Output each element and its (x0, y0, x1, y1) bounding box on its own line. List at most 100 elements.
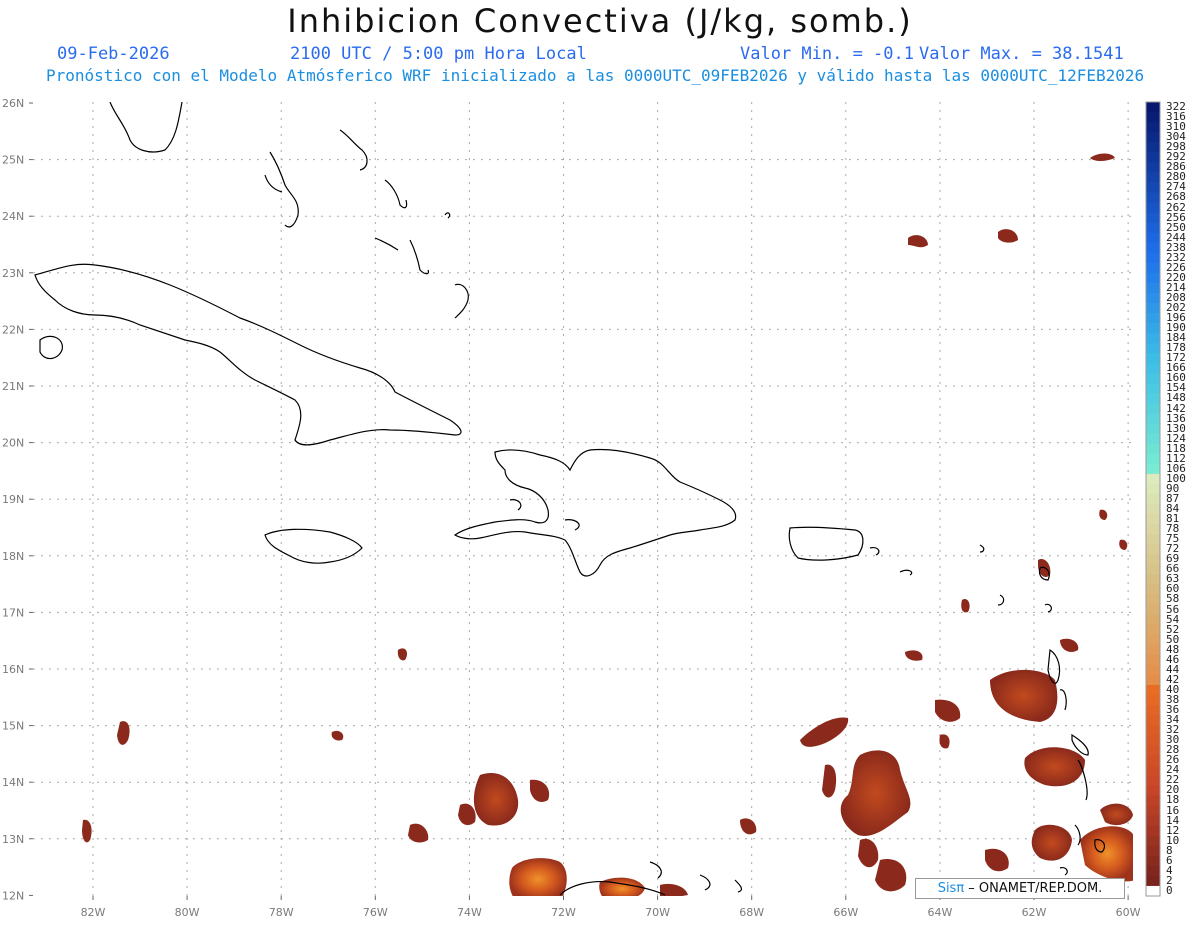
credit-text: – ONAMET/REP.DOM. (964, 881, 1103, 896)
lon-label: 72W (551, 906, 576, 919)
colorbar-swatch (1146, 413, 1160, 425)
colorbar (1145, 101, 1161, 897)
colorbar-swatch (1146, 363, 1160, 374)
lon-label: 76W (363, 906, 388, 919)
colorbar-swatch (1146, 313, 1160, 324)
colorbar-swatch (1146, 182, 1160, 193)
colorbar-swatch (1146, 684, 1160, 696)
axis-labels: 26N 25N 24N 23N 22N 21N 20N 19N 18N 17N 16N 15N 14N 1… (2, 97, 1141, 919)
colorbar-label: 0 (1166, 883, 1173, 897)
colorbar-swatch (1146, 514, 1160, 525)
colorbar-swatch (1146, 855, 1160, 867)
colorbar-swatch (1146, 504, 1160, 515)
colorbar-swatch (1146, 755, 1160, 766)
colorbar-swatch (1146, 433, 1160, 445)
colorbar-swatch (1146, 815, 1160, 827)
colorbar-swatch (1146, 765, 1160, 776)
colorbar-swatch (1146, 694, 1160, 706)
colorbar-swatch (1146, 162, 1160, 173)
colorbar-swatch (1146, 594, 1160, 606)
colorbar-swatch (1146, 303, 1160, 314)
colorbar-swatch (1146, 805, 1160, 817)
map-canvas: 26N 25N 24N 23N 22N 21N 20N 19N 18N 17N 16N 15N 14N 1… (2, 97, 1161, 919)
colorbar-swatch (1146, 373, 1160, 384)
colorbar-swatch (1146, 172, 1160, 183)
colorbar-swatch (1146, 403, 1160, 415)
lon-label: 82W (81, 906, 106, 919)
lon-label: 66W (833, 906, 858, 919)
colorbar-swatch (1146, 544, 1160, 555)
lon-label: 78W (269, 906, 294, 919)
colorbar-swatch (1146, 493, 1160, 505)
lat-label: 25N (2, 154, 24, 167)
lon-label: 74W (457, 906, 482, 919)
colorbar-swatch (1146, 292, 1160, 304)
cin-field (82, 153, 1133, 896)
colorbar-swatch (1146, 252, 1160, 264)
colorbar-swatch (1146, 654, 1160, 666)
lon-label: 64W (927, 906, 952, 919)
colorbar-swatch (1146, 795, 1160, 807)
lat-label: 18N (2, 550, 24, 563)
colorbar-swatch (1146, 614, 1160, 626)
colorbar-swatch (1146, 232, 1160, 244)
colorbar-swatch (1146, 323, 1160, 334)
colorbar-swatch (1146, 262, 1160, 274)
colorbar-swatch (1146, 554, 1160, 565)
colorbar-swatch (1146, 825, 1160, 837)
lon-label: 68W (739, 906, 764, 919)
colorbar-swatch (1146, 333, 1160, 344)
brand-logo: Sisπ (937, 881, 965, 896)
lat-label: 12N (2, 889, 24, 902)
colorbar-swatch (1146, 192, 1160, 204)
colorbar-swatch (1146, 634, 1160, 646)
colorbar-swatch (1146, 604, 1160, 616)
lat-lon-grid (33, 102, 1133, 896)
colorbar-swatch (1146, 353, 1160, 364)
colorbar-swatch (1146, 524, 1160, 535)
lat-label: 21N (2, 380, 24, 393)
colorbar-swatch (1146, 845, 1160, 857)
lon-label: 62W (1022, 906, 1047, 919)
colorbar-swatch (1146, 222, 1160, 234)
lat-label: 14N (2, 776, 24, 789)
colorbar-swatch (1146, 132, 1160, 143)
colorbar-swatch (1146, 282, 1160, 294)
colorbar-swatch (1146, 735, 1160, 746)
colorbar-swatch (1146, 644, 1160, 656)
colorbar-swatch (1146, 212, 1160, 224)
colorbar-swatch (1146, 785, 1160, 796)
colorbar-swatch (1146, 584, 1160, 595)
coastlines (34, 102, 1106, 896)
colorbar-swatch (1146, 574, 1160, 585)
colorbar-swatch (1146, 463, 1160, 475)
colorbar-swatch (1146, 775, 1160, 786)
colorbar-swatch (1146, 122, 1160, 133)
colorbar-swatch (1146, 674, 1160, 686)
colorbar-swatch (1146, 534, 1160, 545)
colorbar-swatch (1146, 383, 1160, 394)
colorbar-swatch (1146, 142, 1160, 153)
colorbar-swatch (1146, 664, 1160, 676)
lat-label: 19N (2, 493, 24, 506)
colorbar-swatch (1146, 152, 1160, 163)
lat-label: 17N (2, 606, 24, 619)
colorbar-swatch (1146, 443, 1160, 455)
colorbar-swatch (1146, 393, 1160, 405)
colorbar-swatch (1146, 564, 1160, 575)
colorbar-swatch (1146, 835, 1160, 847)
lon-label: 60W (1116, 906, 1141, 919)
colorbar-swatch (1146, 483, 1160, 495)
lat-label: 15N (2, 720, 24, 733)
colorbar-swatch (1146, 423, 1160, 435)
colorbar-swatch (1146, 705, 1160, 716)
lat-label: 16N (2, 663, 24, 676)
colorbar-swatch (1146, 473, 1160, 485)
colorbar-swatch (1146, 343, 1160, 354)
lat-label: 22N (2, 323, 24, 336)
colorbar-swatch (1146, 715, 1160, 726)
colorbar-swatch (1146, 624, 1160, 636)
colorbar-swatch (1146, 865, 1160, 877)
colorbar-swatch (1146, 453, 1160, 465)
lat-label: 13N (2, 833, 24, 846)
